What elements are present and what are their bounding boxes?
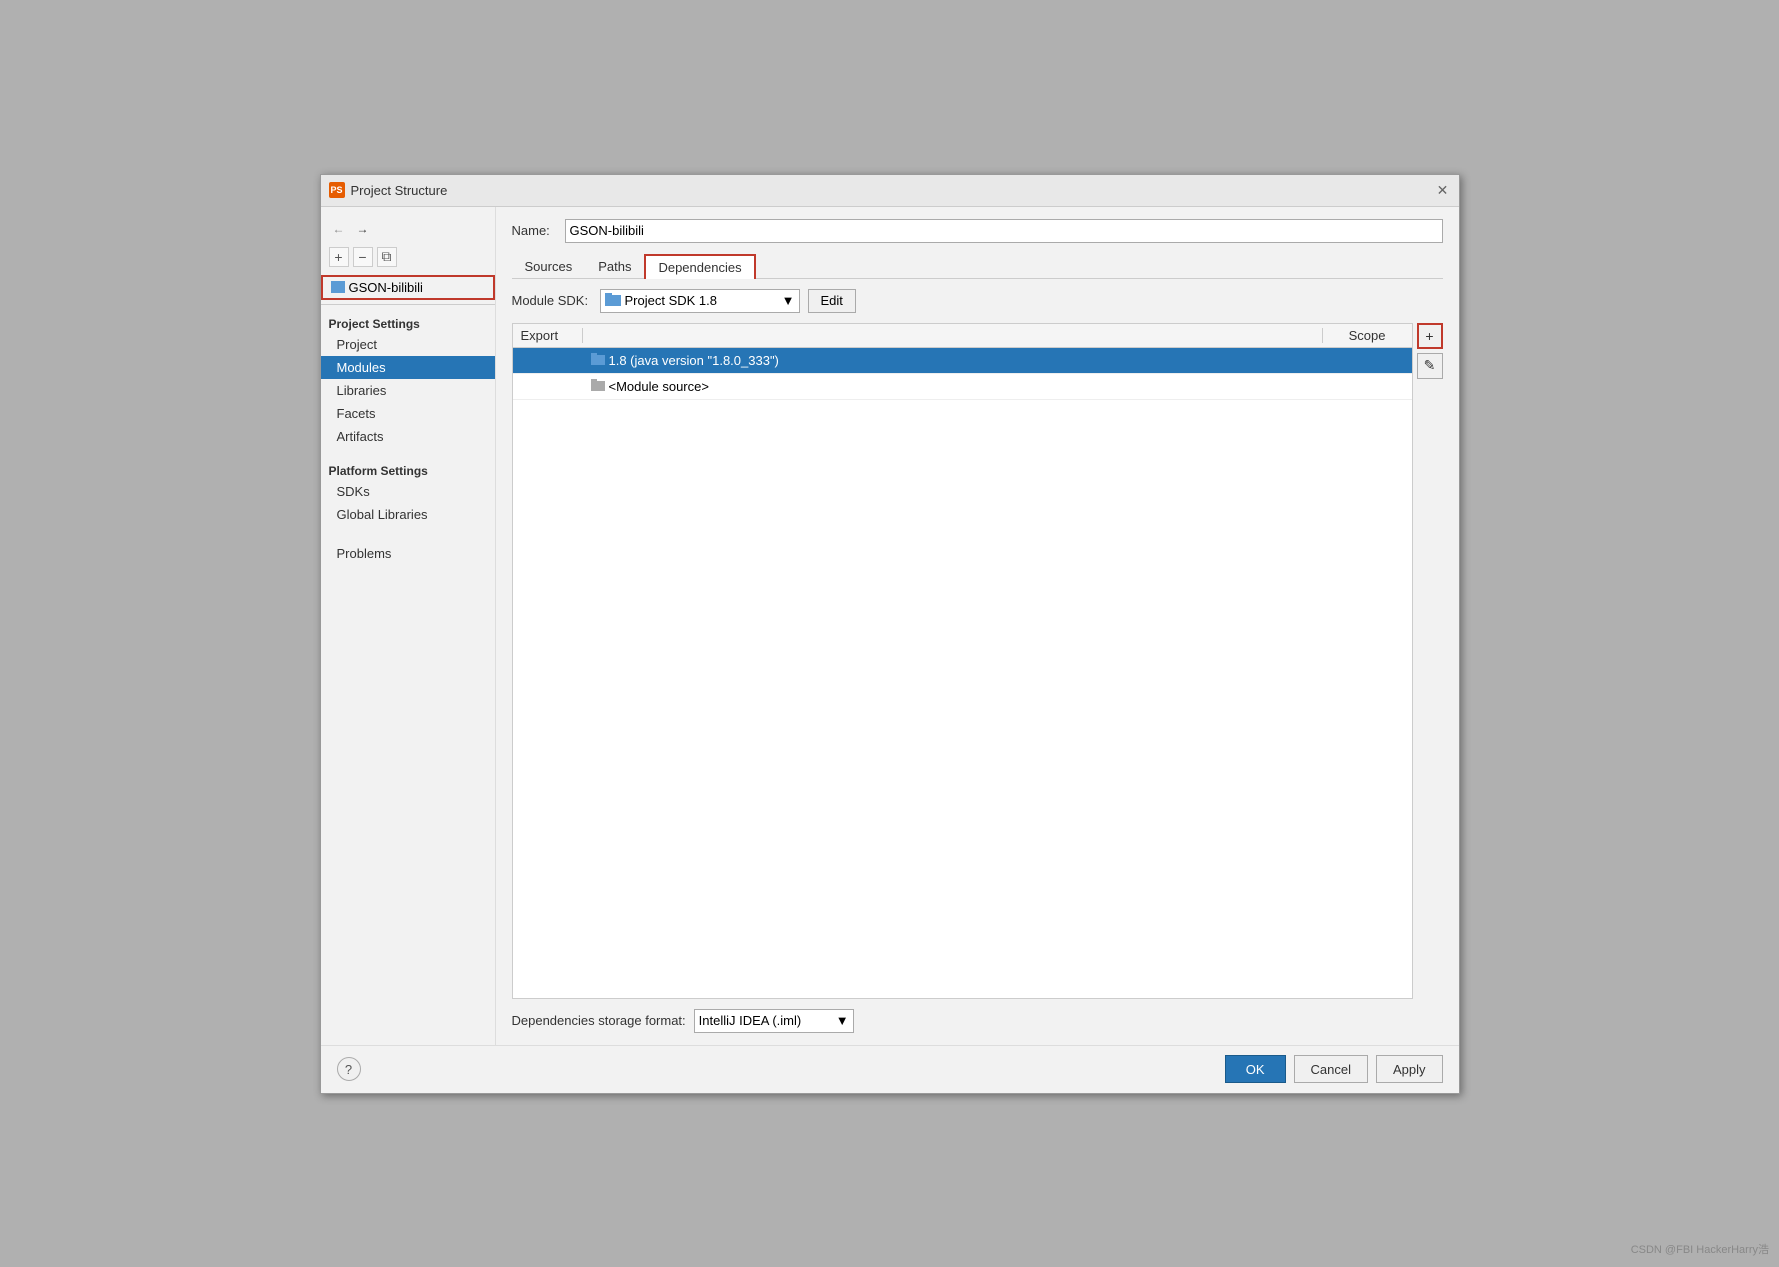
project-settings-label: Project Settings bbox=[321, 309, 495, 333]
copy-module-button[interactable]: ⧉ bbox=[377, 247, 397, 267]
add-icon: + bbox=[1425, 328, 1433, 344]
storage-select[interactable]: IntelliJ IDEA (.iml) ▼ bbox=[694, 1009, 854, 1033]
sidebar-toolbar: + − ⧉ bbox=[321, 243, 495, 271]
platform-settings-label: Platform Settings bbox=[321, 456, 495, 480]
nav-back-forward: ← → bbox=[321, 215, 495, 243]
dep-folder-icon-2 bbox=[591, 379, 605, 394]
module-item-gson[interactable]: GSON-bilibili bbox=[321, 275, 495, 300]
sidebar-item-sdks[interactable]: SDKs bbox=[321, 480, 495, 503]
add-dep-button[interactable]: + bbox=[1417, 323, 1443, 349]
sidebar-item-artifacts[interactable]: Artifacts bbox=[321, 425, 495, 448]
footer-buttons: OK Cancel Apply bbox=[1225, 1055, 1443, 1083]
dialog-footer: ? OK Cancel Apply bbox=[321, 1045, 1459, 1093]
edit-icon: ✎ bbox=[1424, 357, 1436, 374]
storage-label: Dependencies storage format: bbox=[512, 1013, 686, 1028]
help-button[interactable]: ? bbox=[337, 1057, 361, 1081]
module-name: GSON-bilibili bbox=[349, 280, 423, 295]
dep-row-name-2: <Module source> bbox=[583, 379, 1322, 394]
edit-sdk-button[interactable]: Edit bbox=[808, 289, 856, 313]
storage-value: IntelliJ IDEA (.iml) bbox=[699, 1013, 802, 1028]
storage-row: Dependencies storage format: IntelliJ ID… bbox=[512, 1009, 1443, 1033]
dep-table: Export Scope 1.8 (java version "1.8.0_33… bbox=[512, 323, 1413, 999]
col-scope-header: Scope bbox=[1322, 328, 1412, 343]
sdk-dropdown-arrow: ▼ bbox=[782, 293, 795, 308]
add-module-button[interactable]: + bbox=[329, 247, 349, 267]
name-label: Name: bbox=[512, 223, 557, 238]
watermark: CSDN @FBI HackerHarry浩 bbox=[1631, 1241, 1769, 1257]
title-bar-left: PS Project Structure bbox=[329, 182, 448, 198]
storage-dropdown-arrow: ▼ bbox=[836, 1013, 849, 1028]
tab-dependencies[interactable]: Dependencies bbox=[644, 254, 755, 279]
edit-dep-button[interactable]: ✎ bbox=[1417, 353, 1443, 379]
dep-folder-icon-1 bbox=[591, 353, 605, 368]
main-content: Name: Sources Paths Dependencies Module … bbox=[496, 207, 1459, 1045]
sidebar: ← → + − ⧉ GSON-bilibili Project Settings… bbox=[321, 207, 496, 1045]
sdk-label: Module SDK: bbox=[512, 293, 592, 308]
col-export-header: Export bbox=[513, 328, 583, 343]
side-buttons-container: + 1 ⚿ JARs or directories... 2 bbox=[1417, 323, 1443, 999]
sidebar-item-modules[interactable]: Modules bbox=[321, 356, 495, 379]
dep-table-header: Export Scope bbox=[513, 324, 1412, 348]
sdk-row: Module SDK: Project SDK 1.8 ▼ Edit bbox=[512, 289, 1443, 313]
sdk-select[interactable]: Project SDK 1.8 ▼ bbox=[600, 289, 800, 313]
project-structure-dialog: PS Project Structure ✕ ← → + − ⧉ GSON-bi… bbox=[320, 174, 1460, 1094]
tab-sources[interactable]: Sources bbox=[512, 254, 586, 279]
back-button[interactable]: ← bbox=[329, 219, 349, 239]
dep-row-name-1: 1.8 (java version "1.8.0_333") bbox=[583, 353, 1322, 368]
problems-section: Problems bbox=[321, 542, 495, 565]
sdk-folder-icon bbox=[605, 293, 621, 309]
tabs-row: Sources Paths Dependencies bbox=[512, 253, 1443, 279]
sdk-value: Project SDK 1.8 bbox=[625, 293, 718, 308]
ok-button[interactable]: OK bbox=[1225, 1055, 1286, 1083]
sidebar-item-facets[interactable]: Facets bbox=[321, 402, 495, 425]
name-row: Name: bbox=[512, 219, 1443, 243]
dep-row-jdk[interactable]: 1.8 (java version "1.8.0_333") bbox=[513, 348, 1412, 374]
tab-paths[interactable]: Paths bbox=[585, 254, 644, 279]
sidebar-item-project[interactable]: Project bbox=[321, 333, 495, 356]
dep-table-wrapper: Export Scope 1.8 (java version "1.8.0_33… bbox=[512, 323, 1443, 999]
separator-1 bbox=[321, 304, 495, 305]
apply-button[interactable]: Apply bbox=[1376, 1055, 1443, 1083]
dialog-body: ← → + − ⧉ GSON-bilibili Project Settings… bbox=[321, 207, 1459, 1045]
sidebar-item-libraries[interactable]: Libraries bbox=[321, 379, 495, 402]
dep-row-module-source[interactable]: <Module source> bbox=[513, 374, 1412, 400]
sidebar-item-global-libraries[interactable]: Global Libraries bbox=[321, 503, 495, 526]
title-bar: PS Project Structure ✕ bbox=[321, 175, 1459, 207]
platform-settings-section: Platform Settings SDKs Global Libraries bbox=[321, 456, 495, 526]
dialog-title: Project Structure bbox=[351, 183, 448, 198]
sidebar-item-problems[interactable]: Problems bbox=[321, 542, 495, 565]
forward-button[interactable]: → bbox=[353, 219, 373, 239]
remove-module-button[interactable]: − bbox=[353, 247, 373, 267]
name-input[interactable] bbox=[565, 219, 1443, 243]
module-folder-icon bbox=[331, 281, 345, 293]
close-button[interactable]: ✕ bbox=[1435, 182, 1451, 198]
cancel-button[interactable]: Cancel bbox=[1294, 1055, 1368, 1083]
app-icon: PS bbox=[329, 182, 345, 198]
